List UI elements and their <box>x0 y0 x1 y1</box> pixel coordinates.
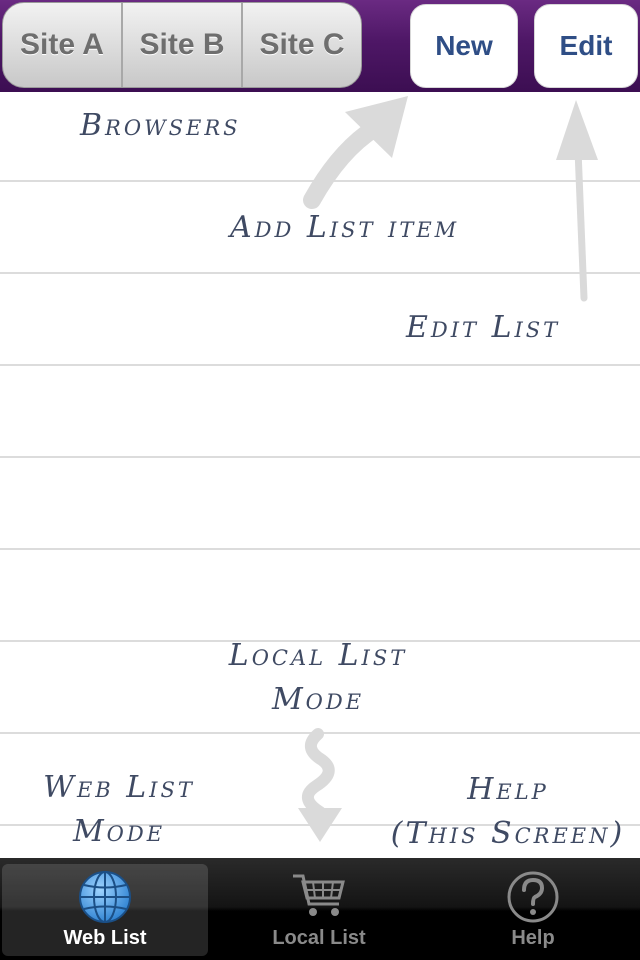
tab-local-list-label: Local List <box>272 927 366 949</box>
tab-help-label: Help <box>511 927 555 949</box>
globe-icon <box>79 871 131 923</box>
shopping-cart-icon <box>293 874 345 916</box>
annotation-help-line1: Help <box>467 772 549 807</box>
annotation-help: Help (This Screen) <box>384 768 632 856</box>
question-mark-icon <box>507 871 559 923</box>
annotation-web-list-mode-line2: Mode <box>72 814 166 849</box>
tab-help[interactable]: Help <box>430 864 636 956</box>
annotation-local-list-mode-line1: Local List <box>228 638 408 673</box>
annotation-local-list-mode: Local List Mode <box>196 634 440 722</box>
arrow-to-edit-button <box>556 100 598 302</box>
tab-local-list[interactable]: Local List <box>216 864 422 956</box>
annotation-help-line2: (This Screen) <box>390 816 626 851</box>
tab-web-list-label: Web List <box>63 927 147 949</box>
annotation-web-list-mode: Web List Mode <box>14 766 224 854</box>
arrow-to-new-button <box>303 96 408 209</box>
arrow-to-local-list-tab <box>298 728 342 842</box>
annotation-web-list-mode-line1: Web List <box>43 770 195 805</box>
annotation-add-list-item: Add List item <box>230 210 460 245</box>
annotation-edit-list: Edit List <box>406 310 561 345</box>
annotation-browsers: Browsers <box>80 108 241 143</box>
tab-bar: Web List Local List Help <box>0 858 640 960</box>
annotation-local-list-mode-line2: Mode <box>271 682 365 717</box>
tab-web-list[interactable]: Web List <box>2 864 208 956</box>
